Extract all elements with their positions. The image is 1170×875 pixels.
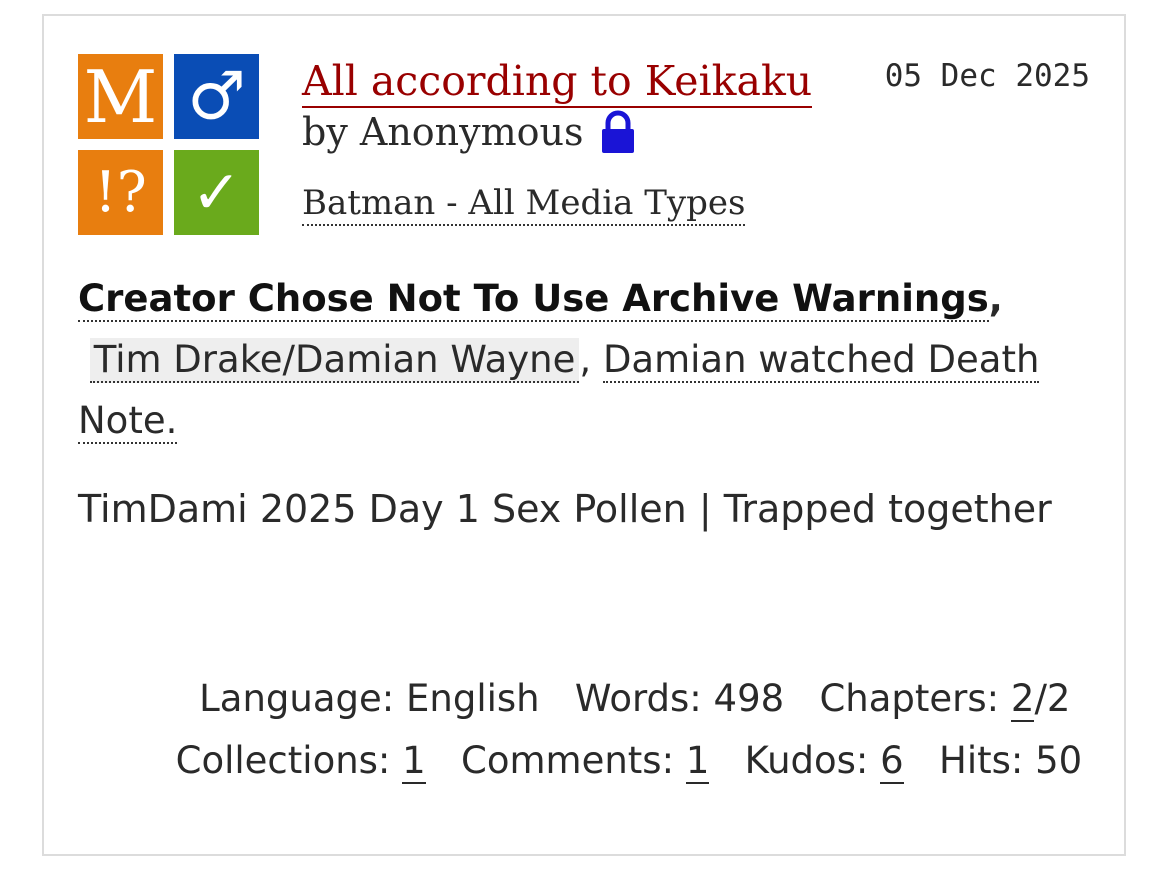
author-name: Anonymous (359, 110, 584, 154)
language-label: Language: (199, 677, 395, 720)
byline: by Anonymous (302, 110, 638, 154)
byline-prefix: by (302, 110, 348, 154)
words-label: Words: (574, 677, 702, 720)
category-mm-icon[interactable]: ♂ (174, 54, 259, 139)
summary: TimDami 2025 Day 1 Sex Pollen | Trapped … (78, 487, 1052, 531)
comments-link[interactable]: 1 (685, 739, 710, 784)
stats: Language: English Words: 498 Chapters: 2… (136, 668, 1094, 792)
hits-value: 50 (1035, 739, 1083, 782)
publish-date: 05 Dec 2025 (884, 58, 1090, 94)
kudos-label: Kudos: (744, 739, 869, 782)
rating-mature-icon[interactable]: M (78, 54, 163, 139)
chapters-current-link[interactable]: 2 (1010, 677, 1035, 722)
hits-label: Hits: (939, 739, 1024, 782)
fandom-link[interactable]: Batman - All Media Types (302, 182, 746, 226)
warning-icon[interactable]: !? (78, 150, 163, 235)
words-value: 498 (713, 677, 785, 720)
kudos-link[interactable]: 6 (880, 739, 904, 784)
warning-tag[interactable]: Creator Chose Not To Use Archive Warning… (78, 277, 989, 322)
chapters-total: /2 (1034, 677, 1071, 720)
comments-label: Comments: (461, 739, 675, 782)
relationship-tag[interactable]: Tim Drake/Damian Wayne (89, 338, 580, 383)
collections-label: Collections: (175, 739, 391, 782)
work-blurb: M ♂ !? ✓ All according to Keikaku by Ano… (42, 14, 1126, 856)
language-value: English (406, 677, 540, 720)
lock-icon (598, 110, 638, 154)
complete-checkmark-icon[interactable]: ✓ (174, 150, 259, 235)
tag-list: Creator Chose Not To Use Archive Warning… (78, 277, 1040, 444)
required-tags: M ♂ !? ✓ (78, 54, 264, 240)
work-title-link[interactable]: All according to Keikaku (302, 56, 813, 108)
chapters-label: Chapters: (819, 677, 1000, 720)
collections-link[interactable]: 1 (402, 739, 426, 784)
